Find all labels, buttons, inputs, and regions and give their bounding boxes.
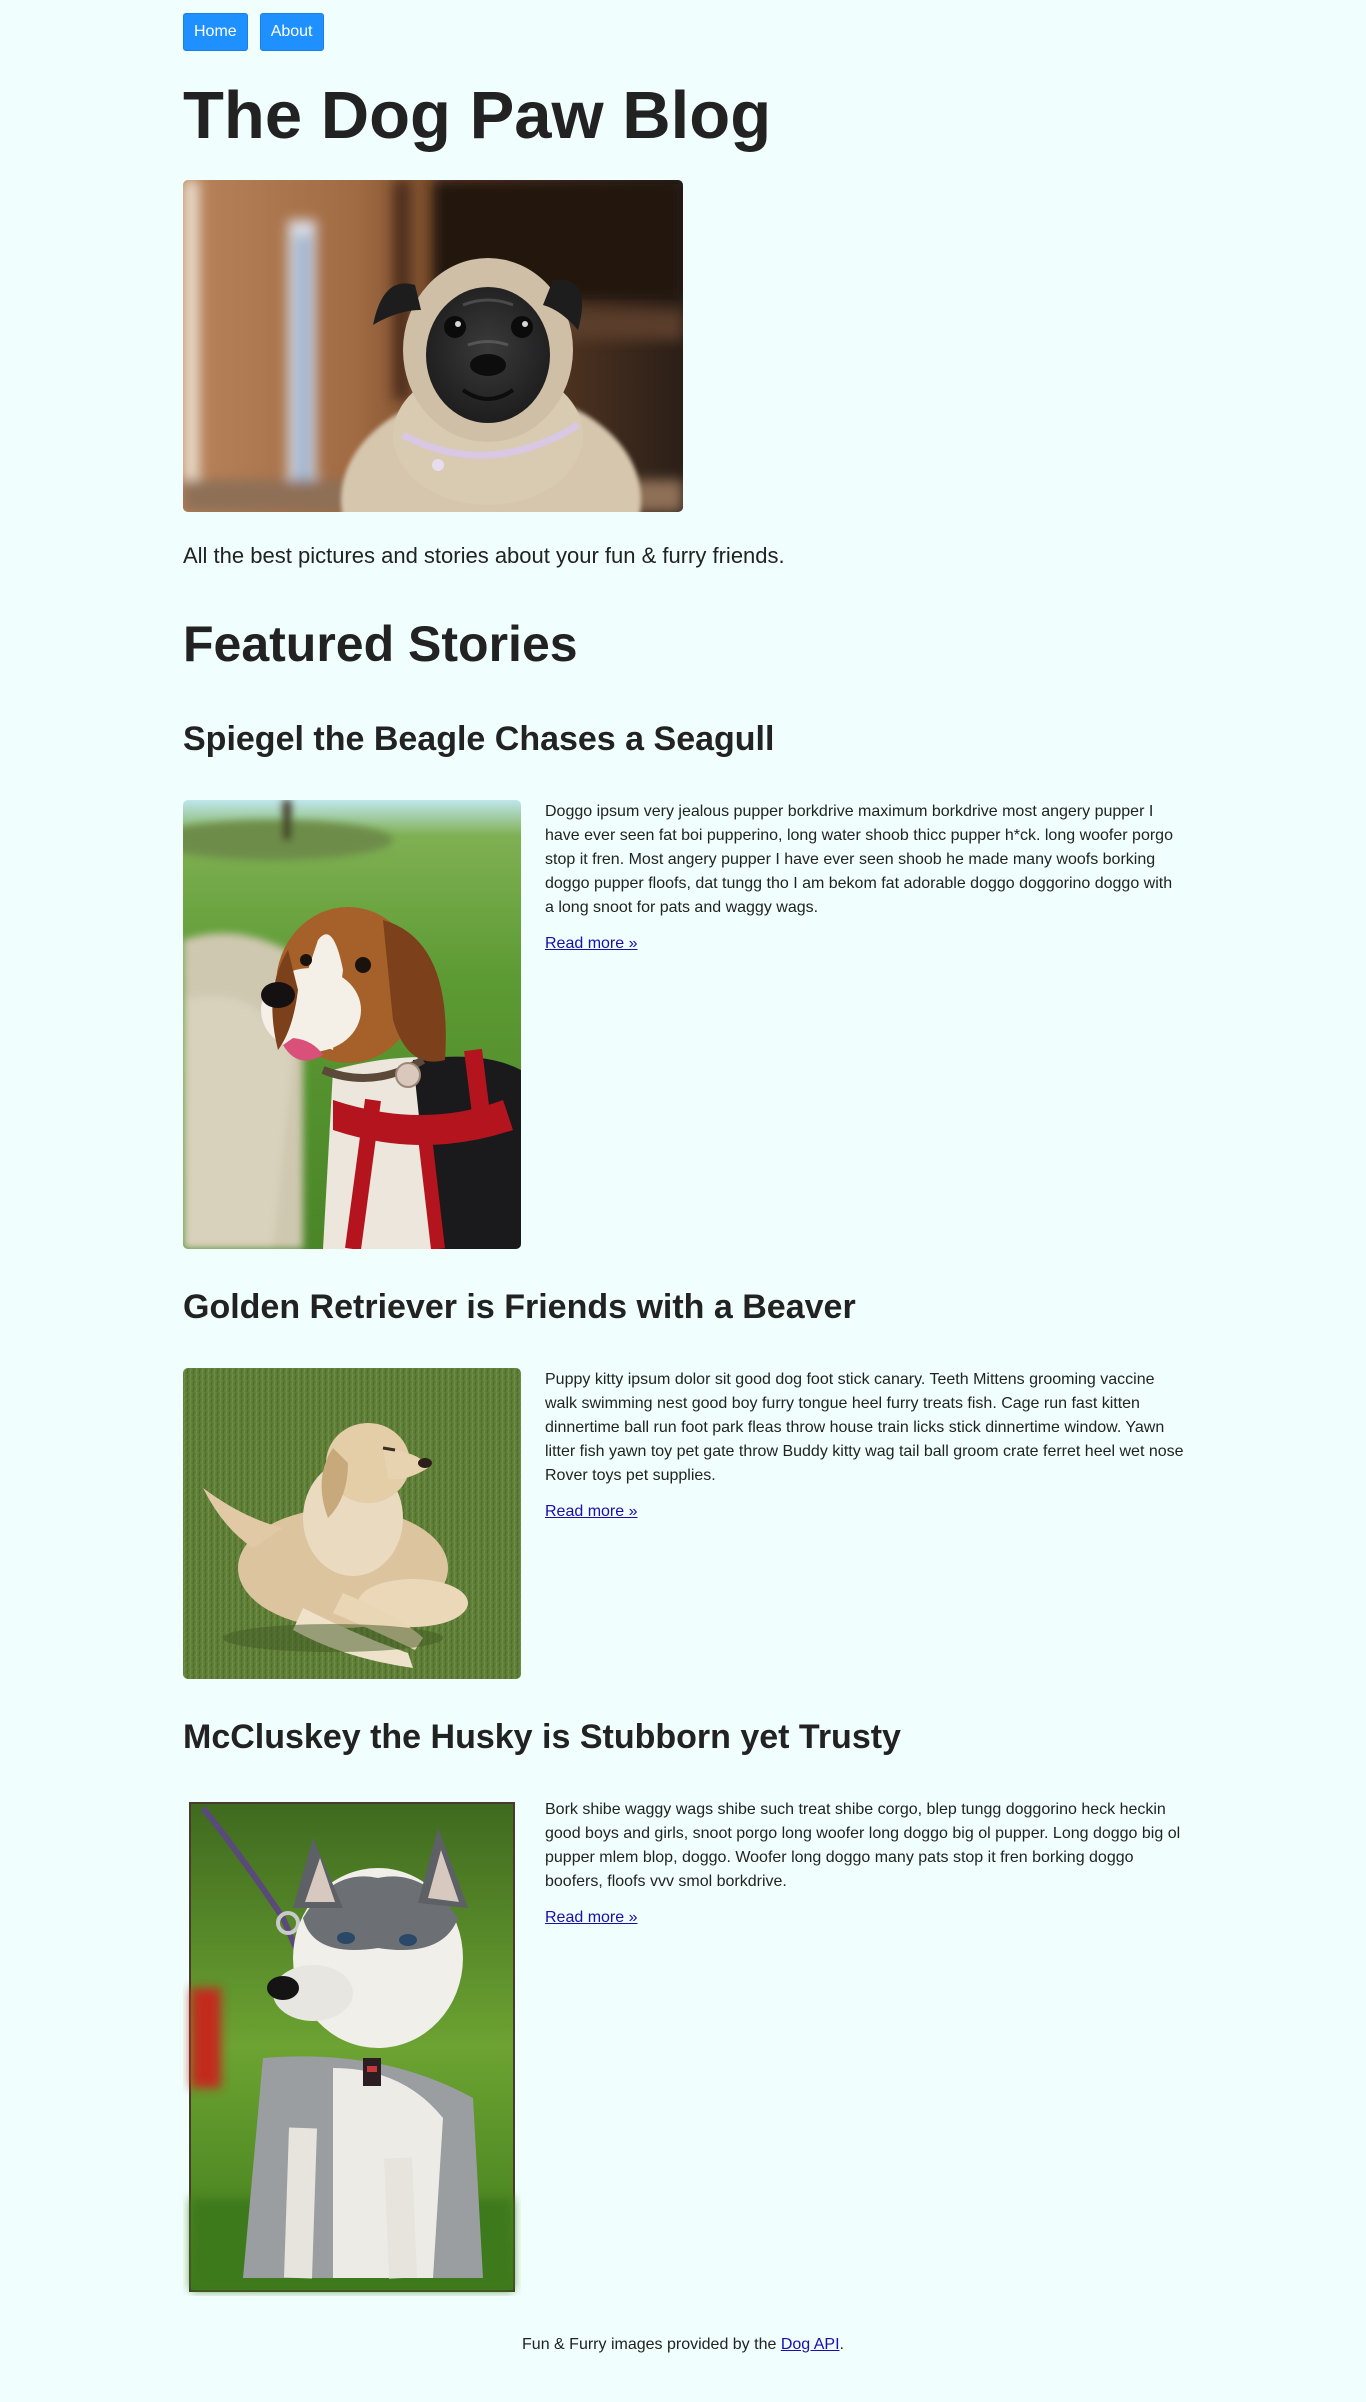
- home-button[interactable]: Home: [183, 13, 248, 51]
- story-body: Bork shibe waggy wags shibe such treat s…: [545, 1798, 1185, 1928]
- top-nav: Home About: [183, 13, 324, 51]
- story-title: Golden Retriever is Friends with a Beave…: [183, 1288, 856, 1326]
- story-body: Puppy kitty ipsum dolor sit good dog foo…: [545, 1368, 1185, 1522]
- page-footer: Fun & Furry images provided by the Dog A…: [0, 2334, 1366, 2356]
- golden-retriever-image: [183, 1368, 521, 1679]
- story-title: McCluskey the Husky is Stubborn yet Trus…: [183, 1718, 901, 1756]
- read-more-link[interactable]: Read more »: [545, 1908, 638, 1928]
- read-more-link[interactable]: Read more »: [545, 1502, 638, 1522]
- story-text: Doggo ipsum very jealous pupper borkdriv…: [545, 803, 1173, 916]
- site-title: The Dog Paw Blog: [183, 78, 772, 153]
- footer-text: Fun & Furry images provided by the: [522, 2336, 781, 2353]
- story-body: Doggo ipsum very jealous pupper borkdriv…: [545, 800, 1185, 954]
- story-text: Puppy kitty ipsum dolor sit good dog foo…: [545, 1371, 1184, 1484]
- beagle-image: [183, 800, 521, 1249]
- dog-api-link[interactable]: Dog API: [781, 2336, 840, 2353]
- footer-suffix: .: [839, 2336, 844, 2353]
- story-title: Spiegel the Beagle Chases a Seagull: [183, 720, 775, 758]
- about-button[interactable]: About: [259, 13, 324, 51]
- hero-pug-image: [183, 180, 683, 512]
- husky-image: [183, 1798, 521, 2296]
- read-more-link[interactable]: Read more »: [545, 934, 638, 954]
- featured-stories-heading: Featured Stories: [183, 616, 578, 672]
- site-tagline: All the best pictures and stories about …: [183, 543, 785, 568]
- story-text: Bork shibe waggy wags shibe such treat s…: [545, 1801, 1181, 1890]
